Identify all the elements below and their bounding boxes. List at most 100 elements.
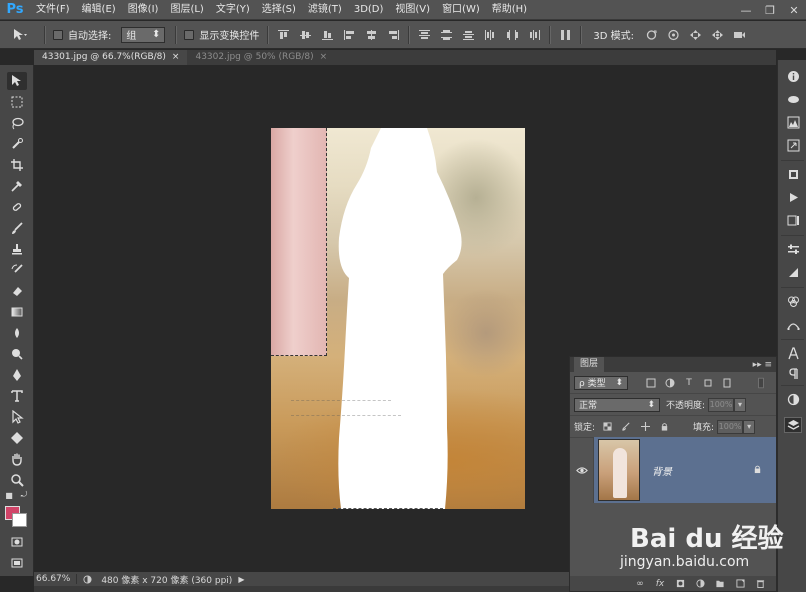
swap-colors-icon[interactable]: ⤾ (18, 489, 30, 501)
auto-select-dropdown[interactable]: 组 ⬍ (121, 26, 166, 43)
distribute-vcenter-icon[interactable] (438, 28, 454, 42)
move-tool-icon[interactable] (7, 72, 27, 90)
distribute-right-icon[interactable] (526, 28, 542, 42)
pen-tool-icon[interactable] (7, 366, 27, 384)
distribute-left-icon[interactable] (482, 28, 498, 42)
checkbox-box[interactable] (184, 29, 195, 40)
move-tool-preset-icon[interactable] (0, 21, 40, 49)
new-group-icon[interactable] (712, 578, 728, 590)
opacity-slider-arrow-icon[interactable]: ▾ (734, 397, 747, 412)
lock-image-icon[interactable] (619, 421, 633, 433)
blend-mode-dropdown[interactable]: 正常 ⬍ (574, 397, 660, 412)
background-color-swatch[interactable] (12, 513, 27, 527)
character-panel-icon[interactable] (784, 345, 802, 361)
checkbox-box[interactable] (53, 29, 63, 40)
paragraph-panel-icon[interactable] (784, 365, 802, 381)
quick-mask-icon[interactable] (7, 533, 27, 551)
default-colors-icon[interactable]: ■ (3, 489, 15, 501)
layer-style-icon[interactable]: fx (652, 578, 668, 590)
menu-image[interactable]: 图像(I) (122, 0, 165, 20)
histogram-panel-icon[interactable] (784, 114, 802, 130)
healing-brush-tool-icon[interactable] (7, 198, 27, 216)
brush-tool-icon[interactable] (7, 219, 27, 237)
tab-43301[interactable]: 43301.jpg @ 66.7%(RGB/8) × (34, 50, 188, 65)
lock-all-icon[interactable] (657, 421, 671, 433)
fill-slider-arrow-icon[interactable]: ▾ (743, 419, 756, 434)
layer-row-selected[interactable]: 背景 (594, 437, 776, 503)
styles-panel-icon[interactable] (784, 293, 802, 309)
menu-edit[interactable]: 编辑(E) (76, 0, 122, 20)
document-canvas[interactable] (271, 128, 525, 509)
layer-visibility-eye-icon[interactable] (570, 437, 594, 503)
tab-43302[interactable]: 43302.jpg @ 50% (RGB/8) × (187, 50, 335, 65)
link-layers-icon[interactable]: ∞ (632, 578, 648, 590)
lock-position-icon[interactable] (638, 421, 652, 433)
menu-file[interactable]: 文件(F) (30, 0, 76, 20)
screen-mode-icon[interactable] (7, 554, 27, 572)
layer-name[interactable]: 背景 (652, 463, 753, 478)
lock-transparent-icon[interactable] (600, 421, 614, 433)
auto-select-checkbox[interactable]: 自动选择: (53, 27, 111, 42)
filter-pixel-icon[interactable] (644, 377, 658, 389)
paths-panel-icon[interactable] (784, 316, 802, 332)
marquee-tool-icon[interactable] (7, 93, 27, 111)
channels-panel-icon[interactable] (784, 391, 802, 407)
status-menu-arrow-icon[interactable]: ▶ (238, 575, 244, 584)
menu-layer[interactable]: 图层(L) (164, 0, 209, 20)
eyedropper-tool-icon[interactable] (7, 177, 27, 195)
lasso-tool-icon[interactable] (7, 114, 27, 132)
menu-filter[interactable]: 滤镜(T) (302, 0, 348, 20)
adjustment-layer-icon[interactable] (692, 578, 708, 590)
3d-slide-icon[interactable] (709, 28, 725, 42)
align-bottom-icon[interactable] (319, 28, 335, 42)
menu-window[interactable]: 窗口(W) (436, 0, 486, 20)
distribute-hcenter-icon[interactable] (504, 28, 520, 42)
adjustments-panel-icon[interactable] (784, 241, 802, 257)
layers-panel-icon[interactable] (784, 417, 802, 433)
tab-close-icon[interactable]: × (320, 50, 328, 65)
filter-adjustment-icon[interactable] (663, 377, 677, 389)
3d-scale-icon[interactable] (731, 28, 747, 42)
filter-toggle-icon[interactable] (754, 377, 768, 389)
minimize-button[interactable]: — (734, 0, 758, 20)
properties-panel-icon[interactable] (784, 166, 802, 182)
layers-tab[interactable]: 图层 (574, 357, 605, 372)
actions-panel-icon[interactable] (784, 189, 802, 205)
tab-close-icon[interactable]: × (172, 50, 180, 65)
crop-tool-icon[interactable] (7, 156, 27, 174)
distribute-top-icon[interactable] (416, 28, 432, 42)
dodge-tool-icon[interactable] (7, 345, 27, 363)
auto-align-icon[interactable] (557, 28, 573, 42)
menu-3d[interactable]: 3D(D) (348, 0, 390, 20)
filter-type-icon[interactable]: T (682, 377, 696, 389)
restore-button[interactable]: ❐ (758, 0, 782, 20)
info-panel-icon[interactable] (784, 68, 802, 84)
quick-selection-tool-icon[interactable] (7, 135, 27, 153)
show-transform-checkbox[interactable]: 显示变换控件 (184, 27, 259, 42)
history-brush-tool-icon[interactable] (7, 261, 27, 279)
history-panel-icon[interactable] (784, 212, 802, 228)
clone-stamp-tool-icon[interactable] (7, 240, 27, 258)
new-layer-icon[interactable] (732, 578, 748, 590)
align-hcenter-icon[interactable] (363, 28, 379, 42)
3d-panel-icon[interactable] (784, 91, 802, 107)
align-vcenter-icon[interactable] (297, 28, 313, 42)
opacity-field[interactable]: 100% (708, 397, 735, 412)
layer-item-background[interactable]: 背景 (570, 437, 776, 503)
shape-tool-icon[interactable] (7, 429, 27, 447)
3d-pan-icon[interactable] (687, 28, 703, 42)
zoom-level[interactable]: 66.67% (34, 574, 78, 584)
path-selection-tool-icon[interactable] (7, 408, 27, 426)
navigator-panel-icon[interactable] (784, 137, 802, 153)
status-info-icon[interactable] (81, 574, 93, 584)
filter-smart-object-icon[interactable] (720, 377, 734, 389)
close-button[interactable]: ✕ (782, 0, 806, 20)
3d-roll-icon[interactable] (665, 28, 681, 42)
type-tool-icon[interactable] (7, 387, 27, 405)
gradient-tool-icon[interactable] (7, 303, 27, 321)
blur-tool-icon[interactable] (7, 324, 27, 342)
distribute-bottom-icon[interactable] (460, 28, 476, 42)
align-top-icon[interactable] (275, 28, 291, 42)
menu-view[interactable]: 视图(V) (389, 0, 436, 20)
align-right-icon[interactable] (385, 28, 401, 42)
